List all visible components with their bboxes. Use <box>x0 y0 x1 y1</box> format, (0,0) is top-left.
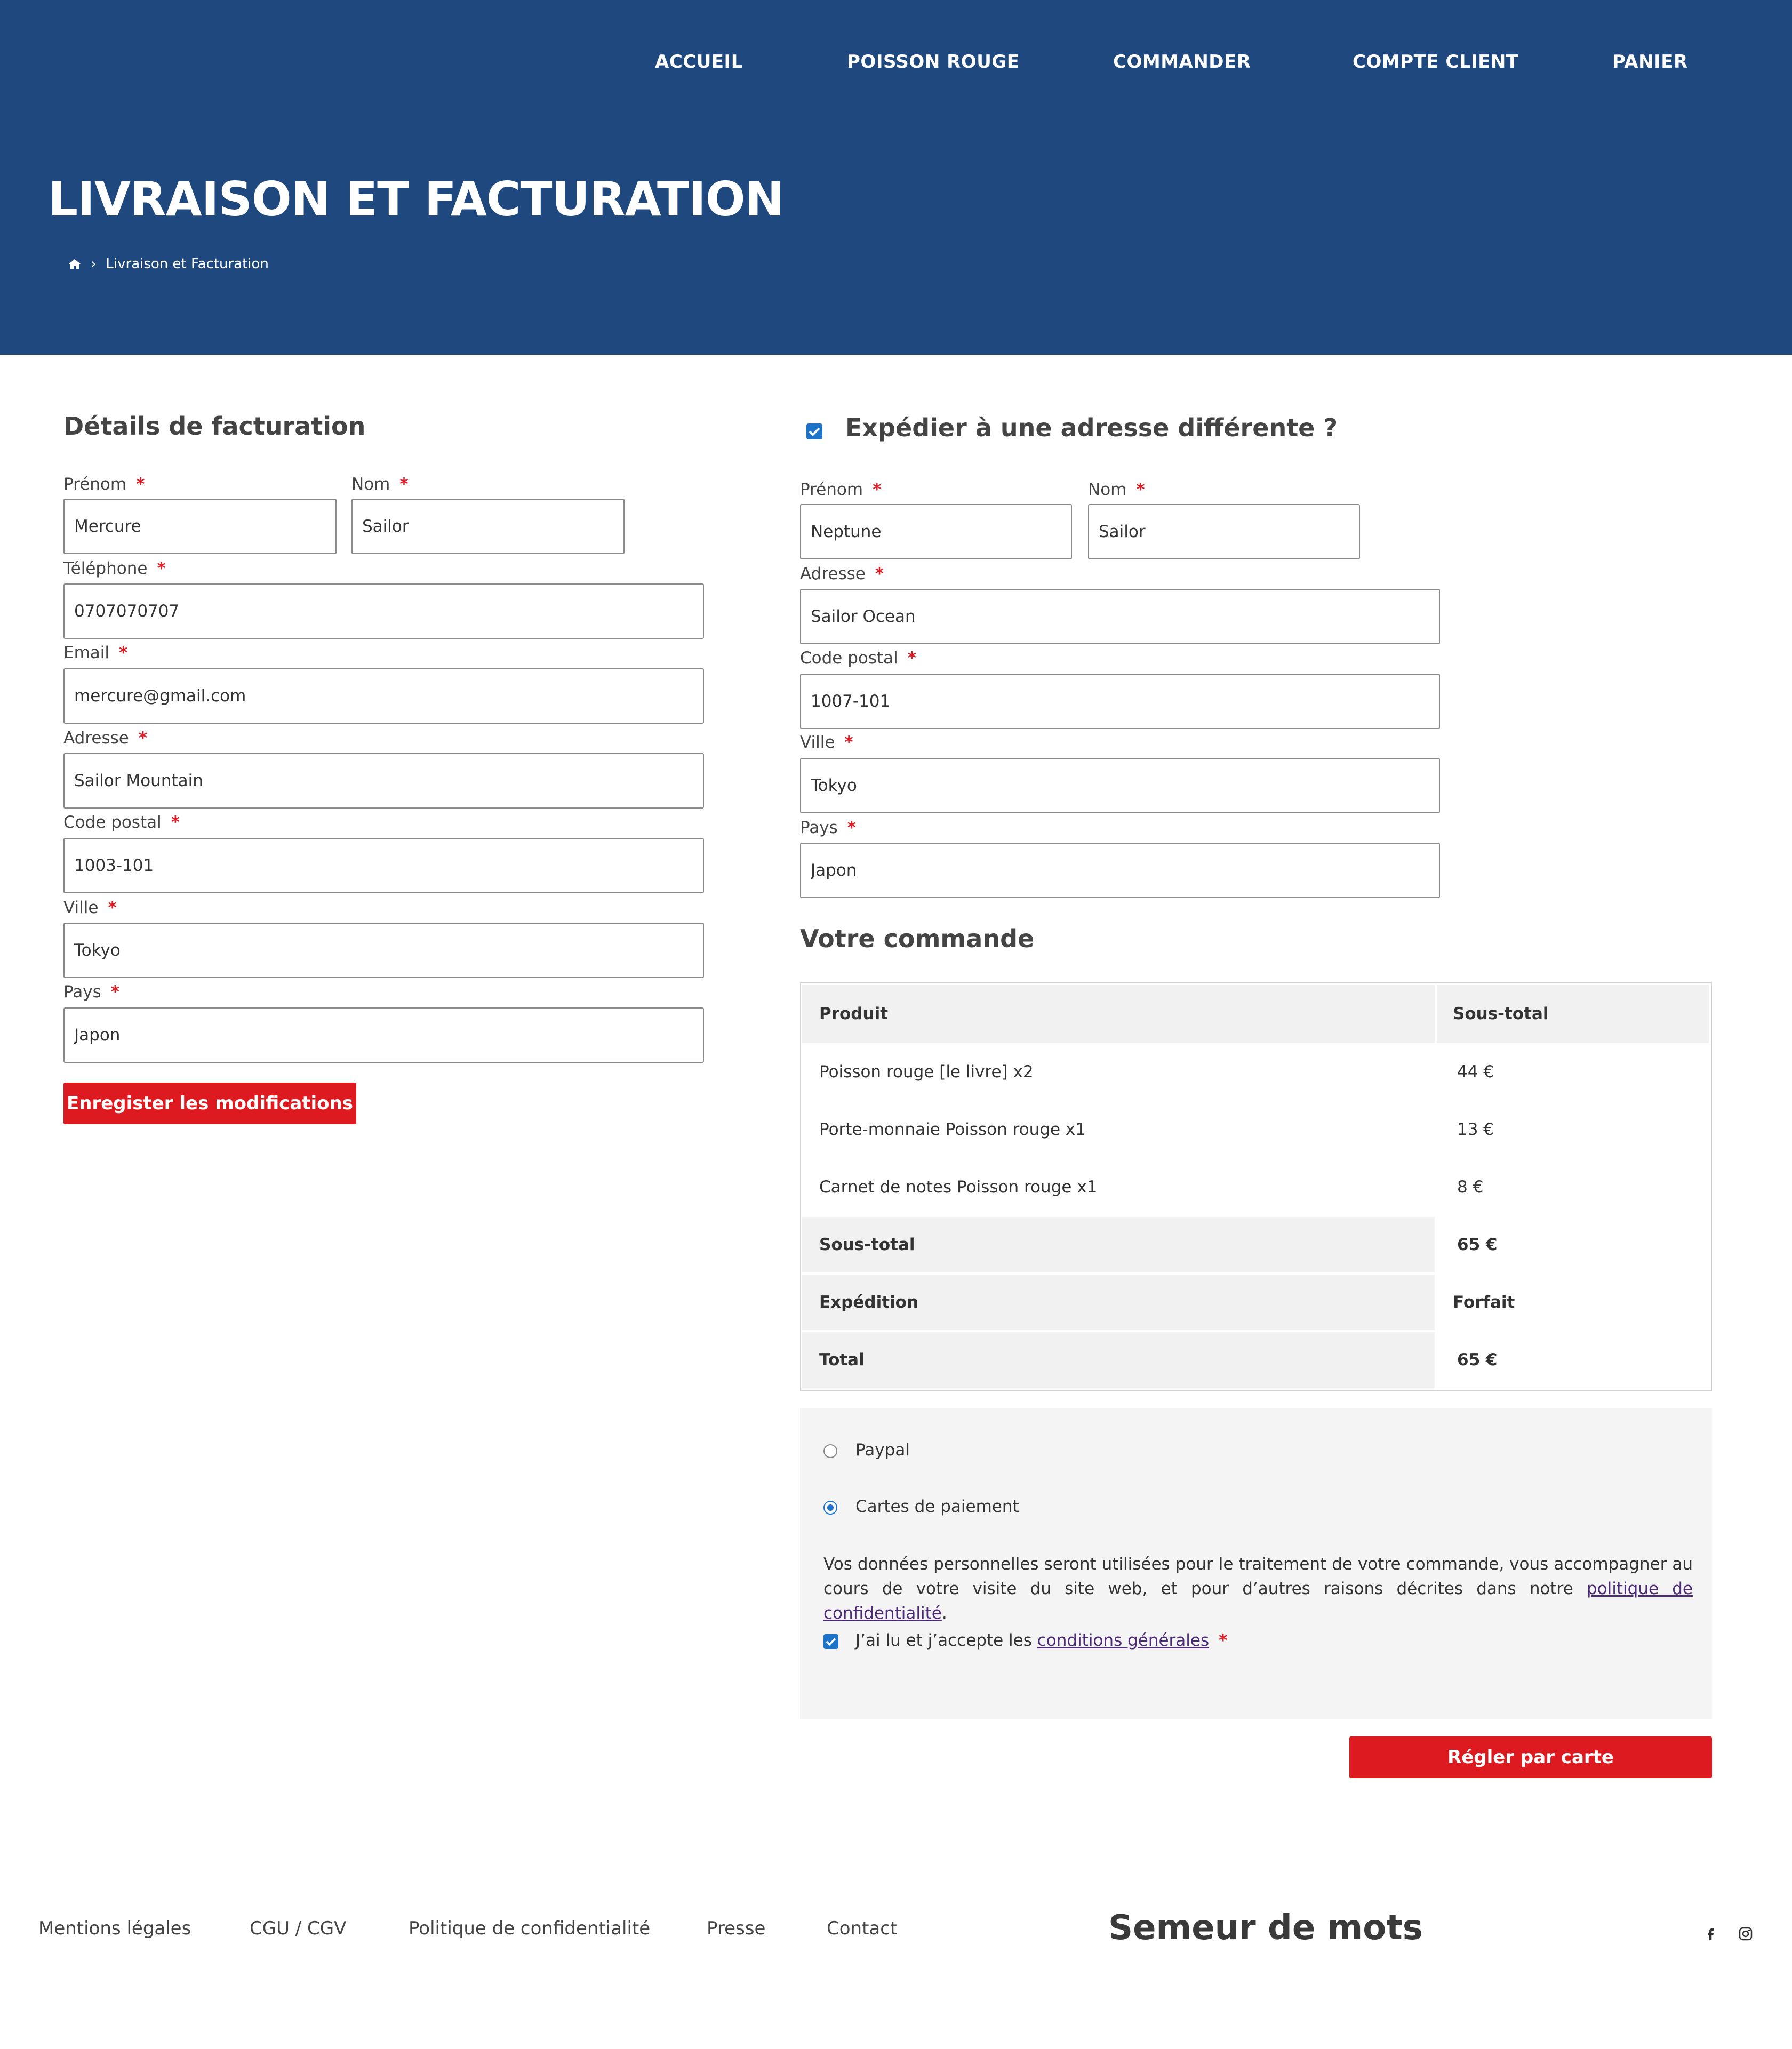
billing-telephone-label: Téléphone * <box>63 559 166 578</box>
shipping-heading: Expédier à une adresse différente ? <box>845 413 1338 442</box>
billing-adresse-label: Adresse * <box>63 729 148 748</box>
billing-ville-input[interactable] <box>63 923 704 978</box>
shipping-cost-value: Forfait <box>1453 1293 1515 1312</box>
footer-link-contact[interactable]: Contact <box>827 1918 897 1939</box>
shipping-code-postal-input[interactable] <box>800 674 1440 729</box>
paypal-radio[interactable] <box>823 1444 837 1458</box>
main-nav: ACCUEIL POISSON ROUGE COMMANDER COMPTE C… <box>0 51 1792 78</box>
subtotal-label: Sous-total <box>802 1217 1435 1272</box>
product-subtotal: 44 € <box>1457 1062 1494 1082</box>
table-row: Poisson rouge [le livre] x2 44 € <box>801 1043 1711 1101</box>
shipping-cost-label: Expédition <box>802 1275 1435 1330</box>
billing-code-postal-input[interactable] <box>63 838 704 893</box>
home-icon[interactable] <box>68 258 81 270</box>
instagram-icon[interactable] <box>1737 1925 1754 1942</box>
table-row: Carnet de notes Poisson rouge x1 8 € <box>801 1158 1711 1216</box>
shipping-adresse-input[interactable] <box>800 589 1440 644</box>
privacy-notice: Vos données personnelles seront utilisée… <box>823 1555 1693 1623</box>
product-subtotal: 13 € <box>1457 1120 1494 1139</box>
billing-ville-label: Ville * <box>63 898 117 917</box>
nav-item-accueil[interactable]: ACCUEIL <box>655 51 743 73</box>
card-label[interactable]: Cartes de paiement <box>855 1497 1019 1516</box>
shipping-pays-label: Pays * <box>800 818 857 837</box>
shipping-adresse-label: Adresse * <box>800 564 884 583</box>
shipping-nom-label: Nom * <box>1088 480 1145 499</box>
billing-telephone-input[interactable] <box>63 583 704 639</box>
shipping-pays-input[interactable] <box>800 843 1440 898</box>
breadcrumb-current: Livraison et Facturation <box>106 256 269 272</box>
nav-item-commander[interactable]: COMMANDER <box>1113 51 1251 73</box>
checkmark-icon <box>826 1638 836 1646</box>
shipping-ville-label: Ville * <box>800 733 853 752</box>
payment-box: Paypal Cartes de paiement Vos données pe… <box>800 1408 1712 1719</box>
billing-nom-label: Nom * <box>351 475 409 494</box>
billing-prenom-input[interactable] <box>63 499 337 554</box>
shipping-row: Expédition Forfait <box>801 1275 1711 1330</box>
terms-label: J’ai lu et j’accepte les conditions géné… <box>855 1631 1228 1650</box>
column-header-produit: Produit <box>802 985 1435 1043</box>
billing-pays-input[interactable] <box>63 1007 704 1063</box>
billing-nom-input[interactable] <box>351 499 625 554</box>
billing-email-input[interactable] <box>63 668 704 724</box>
total-label: Total <box>802 1332 1435 1388</box>
terms-link[interactable]: conditions générales <box>1037 1631 1209 1650</box>
product-subtotal: 8 € <box>1457 1178 1484 1197</box>
subtotal-row: Sous-total 65 € <box>801 1217 1711 1272</box>
table-row: Porte-monnaie Poisson rouge x1 13 € <box>801 1101 1711 1158</box>
nav-item-poisson-rouge[interactable]: POISSON ROUGE <box>847 51 1019 73</box>
breadcrumb-separator-icon: › <box>91 256 97 272</box>
save-changes-button[interactable]: Enregister les modifications <box>63 1083 356 1124</box>
billing-prenom-label: Prénom * <box>63 475 145 494</box>
billing-adresse-input[interactable] <box>63 753 704 809</box>
facebook-icon[interactable] <box>1702 1925 1719 1942</box>
billing-pays-label: Pays * <box>63 982 120 1002</box>
order-heading: Votre commande <box>800 924 1035 953</box>
billing-code-postal-label: Code postal * <box>63 813 180 832</box>
checkmark-icon <box>809 427 820 436</box>
order-table: Produit Sous-total Poisson rouge [le liv… <box>800 982 1712 1391</box>
shipping-ville-input[interactable] <box>800 758 1440 813</box>
footer-link-mentions-legales[interactable]: Mentions légales <box>38 1918 191 1939</box>
ship-different-checkbox[interactable] <box>806 423 822 439</box>
page-title: LIVRAISON ET FACTURATION <box>48 172 784 227</box>
card-radio[interactable] <box>823 1501 837 1515</box>
shipping-nom-input[interactable] <box>1088 504 1360 559</box>
order-table-header: Produit Sous-total <box>801 985 1711 1043</box>
brand-logo-text[interactable]: Semeur de mots <box>1108 1908 1423 1948</box>
total-value: 65 € <box>1457 1350 1498 1370</box>
subtotal-value: 65 € <box>1457 1235 1498 1254</box>
breadcrumb: › Livraison et Facturation <box>68 256 269 272</box>
terms-checkbox[interactable] <box>823 1634 838 1649</box>
product-name: Carnet de notes Poisson rouge x1 <box>819 1178 1098 1197</box>
product-name: Porte-monnaie Poisson rouge x1 <box>819 1120 1086 1139</box>
footer-link-cgu-cgv[interactable]: CGU / CGV <box>250 1918 346 1939</box>
nav-item-panier[interactable]: PANIER <box>1612 51 1688 73</box>
nav-item-compte-client[interactable]: COMPTE CLIENT <box>1353 51 1519 73</box>
footer-link-politique[interactable]: Politique de confidentialité <box>409 1918 650 1939</box>
shipping-code-postal-label: Code postal * <box>800 649 916 668</box>
shipping-prenom-input[interactable] <box>800 504 1072 559</box>
footer-link-presse[interactable]: Presse <box>707 1918 765 1939</box>
paypal-label[interactable]: Paypal <box>855 1440 910 1460</box>
billing-email-label: Email * <box>63 643 128 662</box>
total-row: Total 65 € <box>801 1332 1711 1388</box>
billing-heading: Détails de facturation <box>63 412 366 441</box>
page-header: ACCUEIL POISSON ROUGE COMMANDER COMPTE C… <box>0 0 1792 355</box>
column-header-sous-total: Sous-total <box>1437 985 1709 1043</box>
pay-by-card-button[interactable]: Régler par carte <box>1349 1736 1712 1778</box>
product-name: Poisson rouge [le livre] x2 <box>819 1062 1034 1082</box>
shipping-prenom-label: Prénom * <box>800 480 882 499</box>
